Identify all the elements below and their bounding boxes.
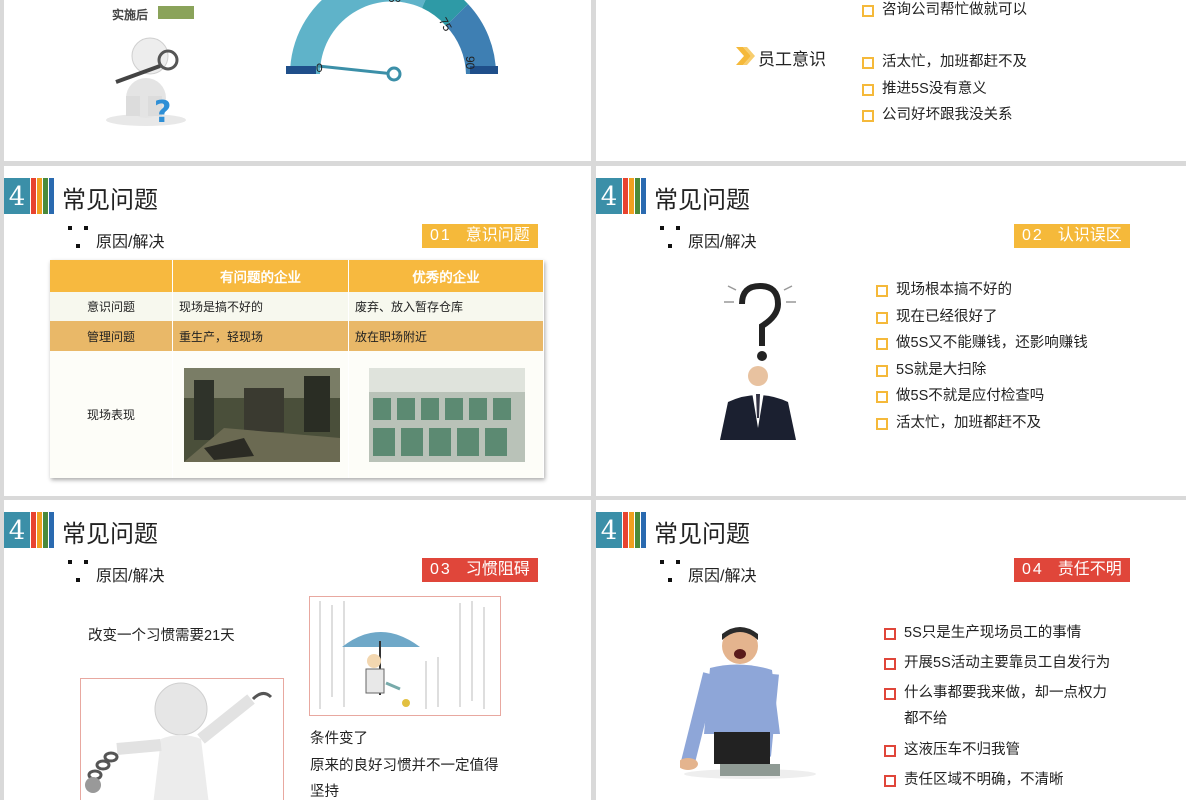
gauge-tick-90: 90 xyxy=(463,56,477,70)
rain-cartoon-frame xyxy=(309,596,501,716)
slide-employee-awareness: 咨询公司帮忙做就可以 员工意识 活太忙，加班都赶不及 推进5S没有意义 公司好坏… xyxy=(596,0,1186,161)
list-item: 做5S不就是应付检查吗 xyxy=(874,383,1088,410)
list-item: 责任区域不明确，不清晰 xyxy=(882,765,1110,795)
page-title: 常见问题 xyxy=(654,187,750,214)
top-item-list: 咨询公司帮忙做就可以 xyxy=(860,0,1027,24)
square-bullet-icon xyxy=(884,688,896,700)
condition-line: 坚持 xyxy=(310,784,339,800)
list-item: 做5S又不能赚钱，还影响赚钱 xyxy=(874,330,1088,357)
subtitle: 原因/解决 xyxy=(688,234,757,251)
responsibility-list: 5S只是生产现场员工的事情 开展5S活动主要靠员工自发行为 什么事都要我来做，却… xyxy=(882,618,1110,795)
legend-label: 实施后 xyxy=(112,8,149,22)
chained-figure-icon xyxy=(85,682,273,800)
section-logo: 4 xyxy=(4,512,56,548)
table-row: 意识问题 现场是搞不好的 废弃、放入暂存仓库 xyxy=(50,292,544,321)
square-bullet-icon xyxy=(876,417,888,430)
page-title: 常见问题 xyxy=(62,187,158,214)
tag-badge: 01 意识问题 xyxy=(422,224,538,248)
tag-badge: 04 责任不明 xyxy=(1014,558,1130,582)
list-item: 现在已经很好了 xyxy=(874,304,1088,331)
gauge-tick-60: 60 xyxy=(388,0,402,5)
because-icon xyxy=(656,224,684,252)
slide-misconceptions: 4 常见问题 原因/解决 02 认识误区 现场根本搞不好的 现在已经很好了 做5S… xyxy=(596,166,1186,496)
comparison-table: 有问题的企业 优秀的企业 意识问题 现场是搞不好的 废弃、放入暂存仓库 管理问题… xyxy=(50,260,544,478)
square-bullet-icon xyxy=(884,658,896,670)
list-item-continued: 都不给 xyxy=(904,711,948,727)
gauge-chart: 60 75 0 90 xyxy=(286,0,498,82)
angry-man-icon xyxy=(680,627,816,779)
messy-workshop-photo xyxy=(184,368,340,462)
slide-awareness-problems: 4 常见问题 原因/解决 01 意识问题 有问题的企业 优秀的企业 意识问题 现场… xyxy=(4,166,591,496)
list-item: 5S只是生产现场员工的事情 xyxy=(882,618,1110,648)
thinking-figure-icon: ? xyxy=(106,37,186,128)
square-bullet-icon xyxy=(862,83,874,96)
square-bullet-icon xyxy=(862,57,874,69)
section-number: 4 xyxy=(4,178,30,214)
square-bullet-icon xyxy=(876,338,888,350)
tag-badge: 03 习惯阻碍 xyxy=(422,558,538,582)
list-item: 咨询公司帮忙做就可以 xyxy=(860,0,1027,24)
misconception-list: 现场根本搞不好的 现在已经很好了 做5S又不能赚钱，还影响赚钱 5S就是大扫除 … xyxy=(874,277,1088,436)
slide-gauge: 实施后 ? 60 75 0 90 xyxy=(4,0,591,161)
rain-umbrella-icon xyxy=(319,601,485,709)
section-logo: 4 xyxy=(596,178,648,214)
section-number: 4 xyxy=(596,178,622,214)
subtitle: 原因/解决 xyxy=(96,568,165,585)
because-icon xyxy=(64,224,92,252)
chained-figure-frame xyxy=(80,678,284,800)
square-bullet-icon xyxy=(884,628,896,640)
list-item: 活太忙，加班都赶不及 xyxy=(874,410,1088,437)
square-bullet-icon xyxy=(862,5,874,17)
slide-unclear-responsibility: 4 常见问题 原因/解决 04 责任不明 5S只是生产现场员工的事情 开展5S活动… xyxy=(596,500,1186,800)
confused-businessman-icon xyxy=(720,282,796,440)
because-icon xyxy=(64,558,92,586)
chevron-arrow-icon xyxy=(736,47,755,65)
square-bullet-icon xyxy=(884,745,896,757)
table-header-row: 有问题的企业 优秀的企业 xyxy=(50,260,544,292)
square-bullet-icon xyxy=(876,391,888,403)
page-title: 常见问题 xyxy=(62,521,158,548)
svg-text:?: ? xyxy=(154,95,171,128)
tag-badge: 02 认识误区 xyxy=(1014,224,1130,248)
square-bullet-icon xyxy=(876,364,888,377)
square-bullet-icon xyxy=(862,110,874,122)
table-row: 管理问题 重生产，轻现场 放在职场附近 xyxy=(50,321,544,351)
list-item: 这液压车不归我管 xyxy=(882,735,1110,765)
list-item: 推进5S没有意义 xyxy=(860,76,1027,103)
square-bullet-icon xyxy=(876,311,888,324)
employee-awareness-heading: 员工意识 xyxy=(758,50,826,69)
list-item: 公司好坏跟我没关系 xyxy=(860,102,1027,129)
section-logo: 4 xyxy=(596,512,648,548)
list-item: 5S就是大扫除 xyxy=(874,357,1088,384)
square-bullet-icon xyxy=(876,285,888,297)
section-logo: 4 xyxy=(4,178,56,214)
condition-line: 原来的良好习惯并不一定值得 xyxy=(310,757,499,774)
list-item: 活太忙，加班都赶不及 xyxy=(860,49,1027,76)
gauge-tick-0: 0 xyxy=(316,61,323,75)
list-item: 什么事都要我来做，却一点权力 xyxy=(882,678,1110,705)
page-title: 常见问题 xyxy=(654,521,750,548)
legend-swatch xyxy=(158,6,194,19)
awareness-list: 活太忙，加班都赶不及 推进5S没有意义 公司好坏跟我没关系 xyxy=(860,49,1027,129)
square-bullet-icon xyxy=(884,775,896,787)
subtitle: 原因/解决 xyxy=(688,568,757,585)
clean-workshop-photo xyxy=(369,368,525,462)
habit-text: 改变一个习惯需要21天 xyxy=(88,628,235,644)
condition-text: 条件变了 原来的良好习惯并不一定值得 坚持 xyxy=(310,726,499,800)
section-number: 4 xyxy=(596,512,622,548)
section-number: 4 xyxy=(4,512,30,548)
condition-line: 条件变了 xyxy=(310,731,368,747)
because-icon xyxy=(656,558,684,586)
subtitle: 原因/解决 xyxy=(96,234,165,251)
slide-habit-obstacles: 4 常见问题 原因/解决 03 习惯阻碍 改变一个习惯需要21天 条件变了 原来… xyxy=(4,500,591,800)
list-item: 开展5S活动主要靠员工自发行为 xyxy=(882,648,1110,678)
list-item: 现场根本搞不好的 xyxy=(874,277,1088,304)
